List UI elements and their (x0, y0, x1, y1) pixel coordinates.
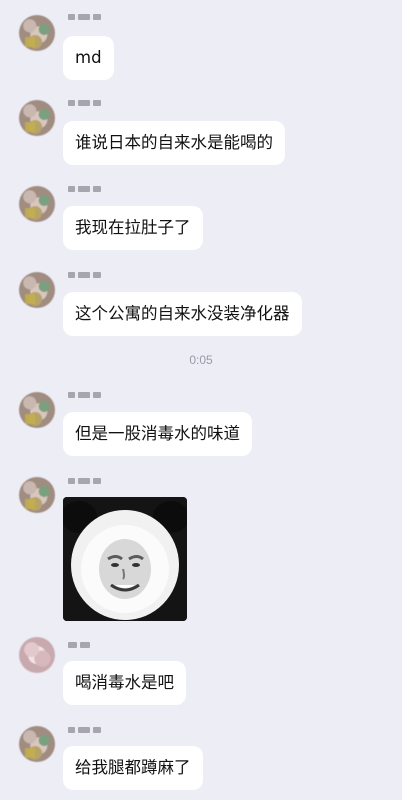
sender-name (68, 389, 101, 401)
timestamp: 0:05 (189, 353, 213, 367)
avatar[interactable] (19, 637, 55, 673)
message-bubble[interactable]: 喝消毒水是吧 (63, 661, 186, 705)
panda-face-sticker[interactable] (63, 497, 187, 621)
sender-name (68, 724, 101, 736)
sender-name (68, 97, 101, 109)
message-bubble[interactable]: 给我腿都蹲麻了 (63, 746, 203, 790)
chat-window: md 谁说日本的自来水是能喝的 我现在拉肚子了 这个公寓的自来水没装净化器 0:… (0, 0, 402, 800)
sender-name (68, 639, 90, 651)
avatar[interactable] (19, 726, 55, 762)
panda-face-icon (63, 497, 187, 621)
avatar[interactable] (19, 186, 55, 222)
sender-name (68, 11, 101, 23)
avatar[interactable] (19, 272, 55, 308)
sender-name (68, 183, 101, 195)
avatar[interactable] (19, 392, 55, 428)
sender-name (68, 269, 101, 281)
avatar[interactable] (19, 100, 55, 136)
message-bubble[interactable]: md (63, 36, 114, 80)
message-bubble[interactable]: 我现在拉肚子了 (63, 206, 203, 250)
message-bubble[interactable]: 这个公寓的自来水没装净化器 (63, 292, 302, 336)
sender-name (68, 475, 101, 487)
avatar[interactable] (19, 477, 55, 513)
message-bubble[interactable]: 谁说日本的自来水是能喝的 (63, 121, 285, 165)
avatar[interactable] (19, 15, 55, 51)
message-bubble[interactable]: 但是一股消毒水的味道 (63, 412, 252, 456)
